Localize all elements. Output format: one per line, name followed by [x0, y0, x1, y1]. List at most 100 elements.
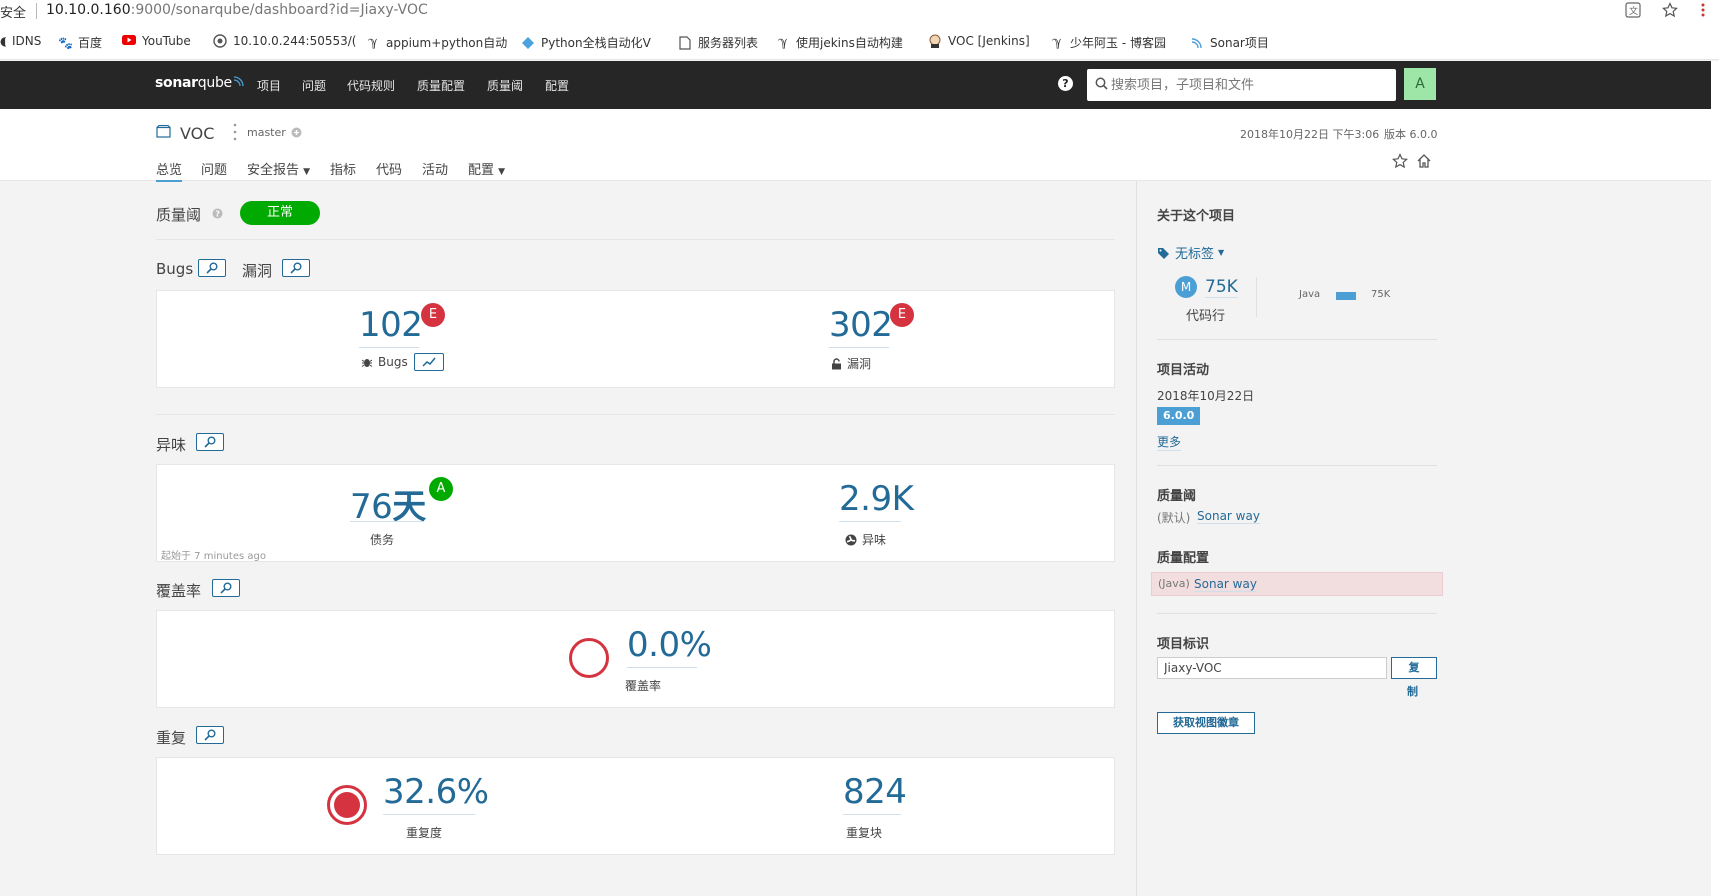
copy-label-overflow: 制	[1407, 685, 1418, 698]
bookmark-item[interactable]: ℽ appium+python自动	[366, 34, 507, 51]
page-scrollbar[interactable]	[1711, 61, 1719, 896]
search-box[interactable]	[1087, 69, 1396, 101]
code-smells-drilldown-button[interactable]	[196, 433, 224, 451]
get-badges-button[interactable]: 获取视图徽章	[1157, 712, 1255, 734]
help-icon[interactable]: ?	[212, 208, 223, 219]
duplication-percent[interactable]: 32.6%	[383, 772, 489, 812]
lines-of-code-value[interactable]: 75K	[1205, 277, 1238, 298]
nav-item-quality-profiles[interactable]: 质量配置	[417, 77, 465, 94]
tags-label: 无标签	[1175, 247, 1215, 262]
bookmark-item[interactable]: ◐ IDNS	[0, 34, 41, 48]
user-avatar[interactable]: A	[1404, 68, 1436, 100]
url-host: 10.10.0.160	[46, 2, 131, 18]
vulnerabilities-rating-badge[interactable]: E	[890, 303, 914, 327]
globe-icon: ◐	[0, 34, 6, 48]
project-key-field[interactable]	[1157, 657, 1387, 679]
sonarqube-logo[interactable]: sonarqube	[155, 75, 245, 91]
quality-gate-link[interactable]: Sonar way	[1197, 509, 1260, 524]
star-icon[interactable]	[1662, 2, 1678, 22]
quality-gate-meta-title: 质量阈	[1157, 489, 1197, 504]
quality-gate-default-label: (默认)	[1157, 511, 1191, 525]
bugs-history-button[interactable]	[414, 353, 444, 371]
duplication-bubble-chart[interactable]	[326, 784, 368, 826]
tab-security-reports[interactable]: 安全报告 ▼	[247, 159, 310, 178]
underline	[627, 667, 697, 668]
bugs-label-text: Bugs	[378, 355, 408, 369]
favorite-star-icon[interactable]	[1392, 153, 1408, 169]
activity-more-link[interactable]: 更多	[1157, 433, 1182, 451]
jenkins-icon: ℽ	[778, 34, 788, 50]
svg-text:?: ?	[215, 210, 220, 219]
coverage-percent[interactable]: 0.0%	[627, 625, 712, 665]
divider	[156, 414, 1115, 415]
tab-overview[interactable]: 总览	[156, 159, 183, 182]
tab-issues[interactable]: 问题	[201, 159, 227, 178]
language-name: Java	[1299, 289, 1321, 300]
bookmark-item[interactable]: 10.10.0.244:50553/(	[213, 34, 356, 48]
duplicated-blocks-count[interactable]: 824	[843, 772, 907, 812]
tags-selector[interactable]: 无标签 ▼	[1157, 243, 1224, 262]
branch-add-icon[interactable]	[291, 127, 302, 138]
vulnerabilities-count[interactable]: 302	[829, 305, 893, 345]
vulnerabilities-label: 漏洞	[831, 355, 871, 372]
branch-icon	[233, 123, 237, 141]
bookmark-item[interactable]: 服务器列表	[678, 34, 758, 51]
search-input[interactable]	[1111, 73, 1391, 97]
project-name[interactable]: VOC	[180, 124, 214, 143]
tab-measures[interactable]: 指标	[330, 159, 356, 178]
vulnerabilities-drilldown-button[interactable]	[282, 259, 310, 277]
nav-item-projects[interactable]: 项目	[257, 77, 281, 94]
nav-item-issues[interactable]: 问题	[302, 77, 326, 94]
tab-label: 配置	[468, 163, 495, 178]
copy-key-button[interactable]: 复	[1391, 657, 1437, 679]
translate-icon[interactable]: 文	[1625, 2, 1641, 22]
tab-activity[interactable]: 活动	[422, 159, 448, 178]
bookmark-item[interactable]: 🐾 百度	[58, 34, 102, 51]
nav-item-rules[interactable]: 代码规则	[347, 77, 395, 94]
coverage-drilldown-button[interactable]	[212, 579, 240, 597]
bookmark-item[interactable]: ℽ 使用jekins自动构建	[776, 34, 903, 51]
search-icon	[1095, 77, 1108, 90]
bookmark-label: 少年阿玉 - 博客园	[1070, 36, 1166, 50]
leak-period-since: 起始于 7 minutes ago	[161, 551, 266, 562]
bookmark-item[interactable]: YouTube	[122, 34, 191, 48]
more-icon[interactable]	[1700, 2, 1706, 22]
bookmark-item[interactable]: Sonar项目	[1190, 34, 1269, 51]
magnifier-icon	[204, 729, 216, 741]
activity-date: 2018年10月22日	[1157, 389, 1255, 403]
project-icon	[156, 125, 171, 138]
bugs-count[interactable]: 102	[359, 305, 423, 345]
tab-code[interactable]: 代码	[376, 159, 402, 178]
underline	[839, 521, 901, 522]
home-icon[interactable]	[1416, 153, 1432, 169]
bookmark-item[interactable]: ℽ 少年阿玉 - 博客园	[1050, 34, 1166, 51]
tab-administration[interactable]: 配置 ▼	[468, 159, 505, 178]
baidu-icon: 🐾	[58, 35, 73, 50]
url-text[interactable]: 10.10.0.160:9000/sonarqube/dashboard?id=…	[46, 2, 428, 18]
bookmark-item[interactable]: VOC [Jenkins]	[928, 34, 1030, 48]
bookmark-item[interactable]: Python全栈自动化V	[521, 34, 651, 51]
bookmark-label: appium+python自动	[386, 36, 508, 50]
underline	[350, 521, 424, 522]
quality-gate-title: 质量阈	[156, 206, 202, 224]
duplications-drilldown-button[interactable]	[196, 726, 224, 744]
code-smells-card: 76天 A 债务 起始于 7 minutes ago 2.9K 异味	[156, 464, 1115, 562]
coverage-donut-chart[interactable]	[568, 637, 610, 679]
branch-name[interactable]: master	[247, 126, 286, 139]
quality-profile-link[interactable]: Sonar way	[1194, 577, 1257, 592]
duplicated-blocks-label: 重复块	[846, 826, 883, 840]
activity-title: 项目活动	[1157, 363, 1210, 378]
address-bar[interactable]: 安全 10.10.0.160:9000/sonarqube/dashboard?…	[0, 0, 1719, 24]
bugs-rating-badge[interactable]: E	[421, 303, 445, 327]
maintainability-rating-badge[interactable]: A	[429, 477, 453, 501]
bugs-drilldown-button[interactable]	[198, 259, 226, 277]
code-smells-count[interactable]: 2.9K	[839, 479, 914, 519]
magnifier-icon	[220, 582, 232, 594]
nav-item-quality-gates[interactable]: 质量阈	[487, 77, 523, 94]
nav-item-administration[interactable]: 配置	[545, 77, 569, 94]
divider	[1256, 277, 1257, 317]
quality-gate-status-badge: 正常	[240, 201, 320, 225]
help-icon[interactable]: ?	[1058, 76, 1073, 91]
bookmark-label: VOC [Jenkins]	[948, 34, 1030, 48]
diamond-icon	[521, 36, 535, 50]
